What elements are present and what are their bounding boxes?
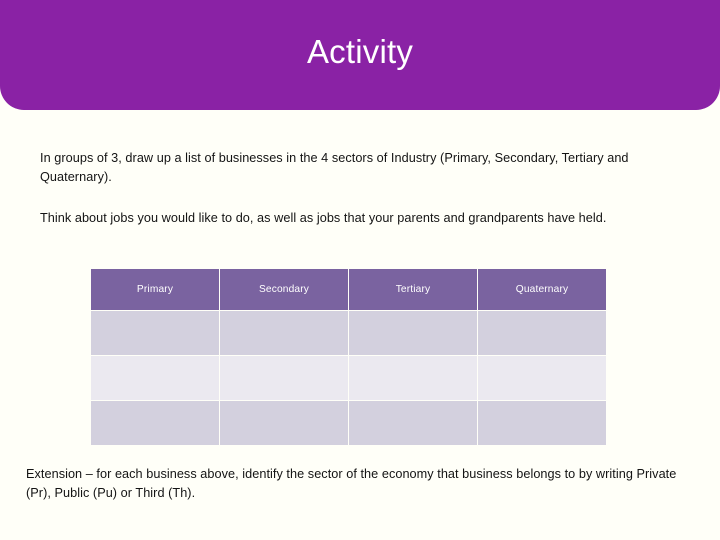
table-cell[interactable]	[478, 401, 606, 445]
table-row	[91, 356, 606, 400]
table-cell[interactable]	[220, 356, 348, 400]
sectors-table: Primary Secondary Tertiary Quaternary	[90, 268, 607, 446]
table-cell[interactable]	[478, 311, 606, 355]
page-title: Activity	[306, 33, 414, 70]
table-row	[91, 311, 606, 355]
extension-paragraph: Extension – for each business above, ide…	[26, 467, 677, 500]
table-cell[interactable]	[349, 311, 477, 355]
column-header-primary: Primary	[91, 269, 219, 310]
column-header-secondary: Secondary	[220, 269, 348, 310]
table-cell[interactable]	[349, 356, 477, 400]
table-cell[interactable]	[91, 311, 219, 355]
instruction-paragraph-1: In groups of 3, draw up a list of busine…	[40, 151, 629, 184]
column-header-quaternary: Quaternary	[478, 269, 606, 310]
column-header-tertiary: Tertiary	[349, 269, 477, 310]
slide-canvas: Activity In groups of 3, draw up a list …	[0, 0, 720, 540]
table-cell[interactable]	[220, 401, 348, 445]
table-cell[interactable]	[91, 401, 219, 445]
table-cell[interactable]	[220, 311, 348, 355]
instruction-paragraph-2: Think about jobs you would like to do, a…	[40, 211, 607, 225]
table-header-row: Primary Secondary Tertiary Quaternary	[91, 269, 606, 310]
table-row	[91, 401, 606, 445]
table-cell[interactable]	[349, 401, 477, 445]
table-cell[interactable]	[478, 356, 606, 400]
table-cell[interactable]	[91, 356, 219, 400]
